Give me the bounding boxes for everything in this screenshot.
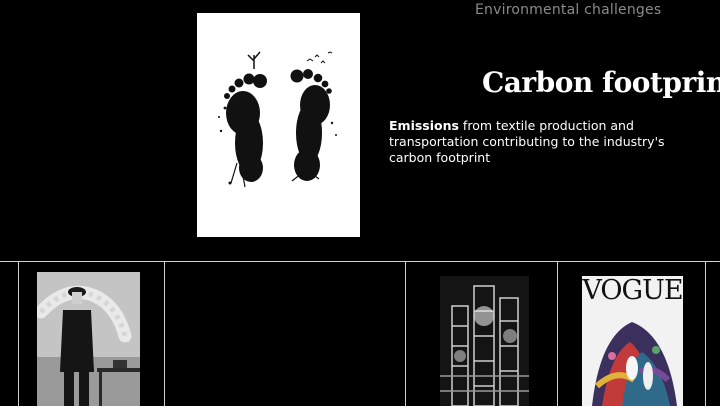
man-in-bowler-hat-photo[interactable] bbox=[37, 272, 140, 406]
strip-divider bbox=[405, 262, 406, 406]
strip-divider bbox=[557, 262, 558, 406]
body-strong-text: Emissions bbox=[389, 118, 459, 133]
footprints-with-trees-icon bbox=[197, 13, 360, 237]
vogue-cover-photo[interactable]: VOGUE bbox=[582, 276, 683, 406]
strip-divider bbox=[18, 262, 19, 406]
industrial-plant-photo[interactable] bbox=[440, 276, 529, 406]
strip-divider bbox=[164, 262, 165, 406]
section-label: Environmental challenges bbox=[475, 2, 662, 18]
strip-divider bbox=[705, 262, 706, 406]
slide-body: Emissions from textile production and tr… bbox=[389, 118, 707, 166]
thumbnail-strip: VOGUE bbox=[0, 261, 720, 406]
slide-title: Carbon footprint bbox=[482, 66, 720, 99]
